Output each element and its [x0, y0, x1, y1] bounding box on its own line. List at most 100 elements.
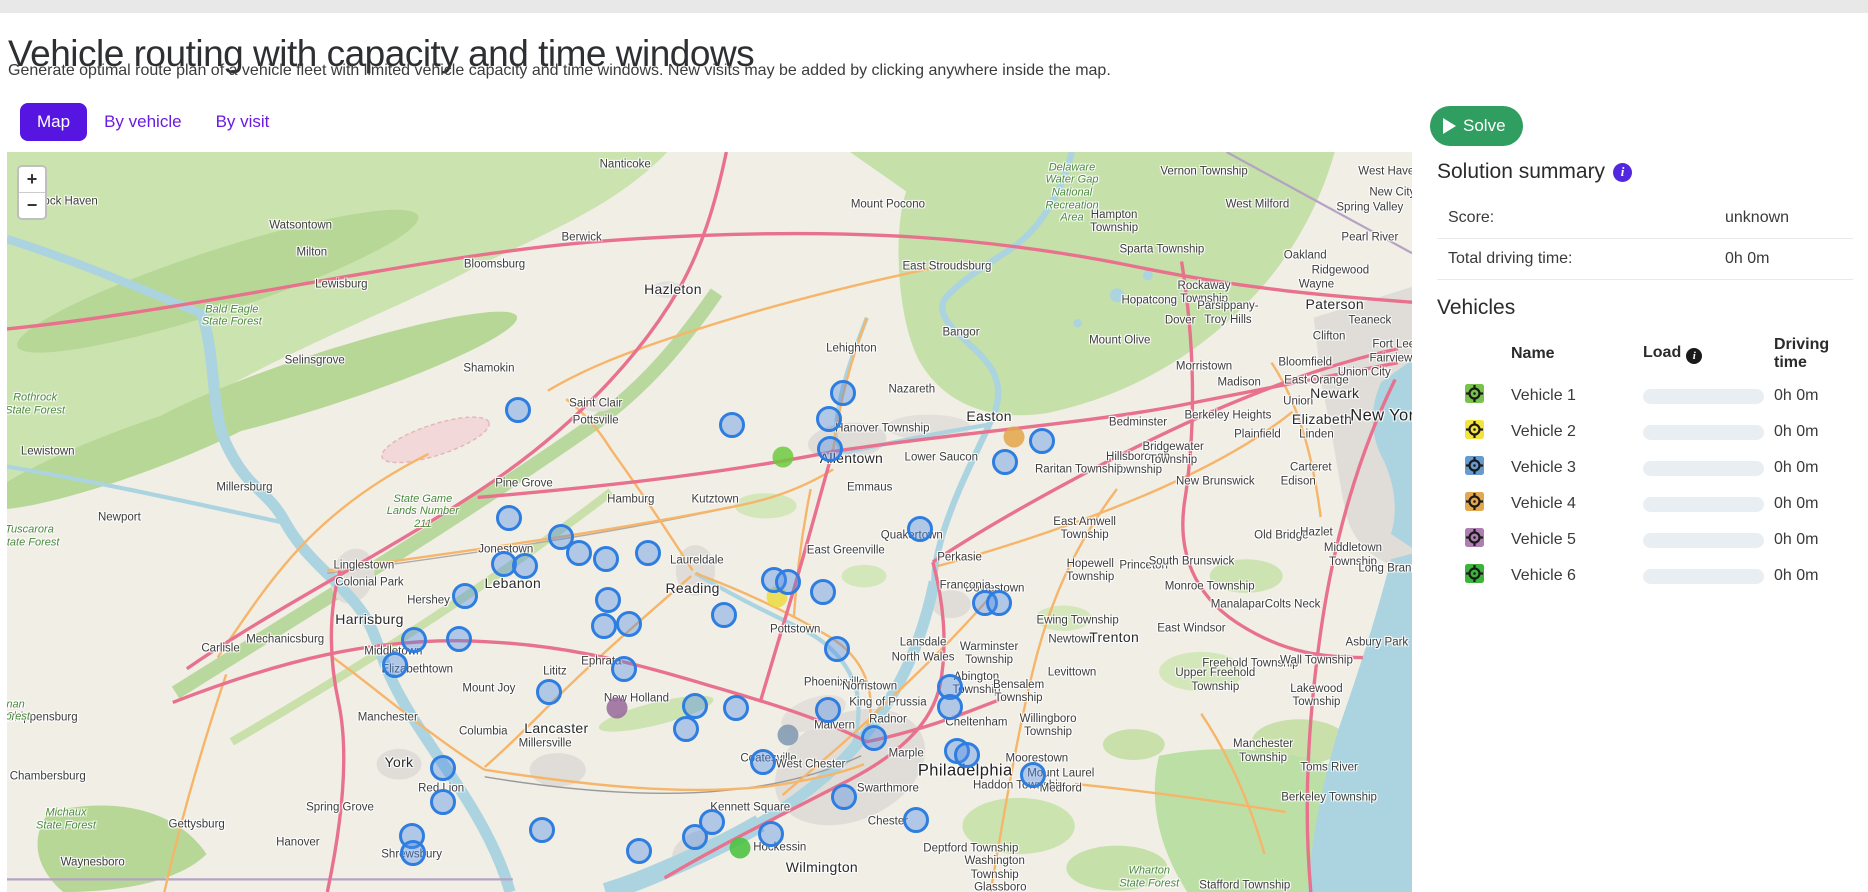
vehicle-load-bar — [1643, 461, 1764, 476]
visit-marker[interactable] — [711, 602, 737, 628]
vehicle-name: Vehicle 4 — [1511, 486, 1643, 522]
vehicles-table-header: Name Loadi Driving time — [1465, 330, 1853, 378]
depot-marker[interactable] — [606, 697, 627, 718]
visit-marker[interactable] — [593, 546, 619, 572]
summary-row-label: Total driving time: — [1448, 250, 1725, 268]
map-terrain — [7, 152, 1412, 892]
vehicle-row: Vehicle 10h 0m — [1465, 378, 1853, 414]
vehicle-driving-time: 0h 0m — [1774, 450, 1853, 486]
visit-marker[interactable] — [831, 784, 857, 810]
visit-marker[interactable] — [815, 697, 841, 723]
visit-marker[interactable] — [954, 742, 980, 768]
right-panel: Solution summary i Score:unknown Total dr… — [1437, 160, 1853, 594]
vehicle-load-bar — [1643, 533, 1764, 548]
visit-marker[interactable] — [861, 725, 887, 751]
visit-marker[interactable] — [1020, 762, 1046, 788]
vehicles-table: Name Loadi Driving time Vehicle 10h 0mVe… — [1465, 330, 1853, 594]
visit-marker[interactable] — [673, 716, 699, 742]
visit-marker[interactable] — [611, 656, 637, 682]
visit-marker[interactable] — [430, 755, 456, 781]
vehicle-row: Vehicle 3 0h 0m — [1465, 450, 1853, 486]
visit-marker[interactable] — [566, 540, 592, 566]
visit-marker[interactable] — [635, 540, 661, 566]
vehicle-driving-time: 0h 0m — [1774, 414, 1853, 450]
vehicle-icon-cell — [1465, 522, 1511, 558]
visit-marker[interactable] — [496, 505, 522, 531]
depot-marker[interactable] — [778, 725, 799, 746]
visit-marker[interactable] — [816, 406, 842, 432]
vehicle-row: Vehicle 2 0h 0m — [1465, 414, 1853, 450]
vehicle-row: Vehicle 50h 0m — [1465, 522, 1853, 558]
visit-marker[interactable] — [536, 679, 562, 705]
vehicle-crosshair-icon — [1465, 492, 1484, 511]
depot-marker[interactable] — [772, 446, 793, 467]
visit-marker[interactable] — [626, 838, 652, 864]
visit-marker[interactable] — [401, 627, 427, 653]
tab-by-visit[interactable]: By visit — [199, 103, 287, 141]
visit-marker[interactable] — [907, 516, 933, 542]
info-icon[interactable]: i — [1613, 163, 1632, 182]
page-subtitle: Generate optimal route plan of a vehicle… — [8, 62, 1111, 80]
visit-marker[interactable] — [505, 397, 531, 423]
vehicle-crosshair-icon — [1465, 528, 1484, 547]
visit-marker[interactable] — [775, 569, 801, 595]
vehicle-icon-cell — [1465, 558, 1511, 594]
visit-marker[interactable] — [616, 611, 642, 637]
vehicle-name: Vehicle 2 — [1511, 414, 1643, 450]
solve-button[interactable]: Solve — [1430, 106, 1523, 146]
vehicle-crosshair-icon — [1465, 564, 1484, 583]
visit-marker[interactable] — [817, 436, 843, 462]
zoom-out-button[interactable]: − — [19, 193, 45, 218]
summary-row: Score:unknown — [1437, 198, 1853, 239]
visit-marker[interactable] — [937, 694, 963, 720]
summary-row-label: Score: — [1448, 209, 1725, 227]
vehicle-name: Vehicle 1 — [1511, 378, 1643, 414]
vehicle-driving-time: 0h 0m — [1774, 522, 1853, 558]
visit-marker[interactable] — [1029, 428, 1055, 454]
visit-marker[interactable] — [595, 587, 621, 613]
vehicle-load-cell — [1643, 486, 1774, 522]
summary-row-value: unknown — [1725, 209, 1789, 227]
visit-marker[interactable] — [992, 449, 1018, 475]
visit-marker[interactable] — [446, 626, 472, 652]
vehicle-load-bar — [1643, 425, 1764, 440]
visit-marker[interactable] — [452, 583, 478, 609]
visit-marker[interactable] — [719, 412, 745, 438]
solution-summary-heading: Solution summary i — [1437, 160, 1853, 184]
visit-marker[interactable] — [986, 590, 1012, 616]
visit-marker[interactable] — [512, 553, 538, 579]
solution-summary-rows: Score:unknown Total driving time:0h 0m — [1437, 198, 1853, 280]
visit-marker[interactable] — [903, 807, 929, 833]
visit-marker[interactable] — [529, 817, 555, 843]
visit-marker[interactable] — [591, 613, 617, 639]
visit-marker[interactable] — [723, 695, 749, 721]
visit-marker[interactable] — [758, 821, 784, 847]
vehicle-icon-cell — [1465, 486, 1511, 522]
visit-marker[interactable] — [810, 579, 836, 605]
depot-marker[interactable] — [1004, 426, 1025, 447]
depot-marker[interactable] — [730, 838, 751, 859]
solve-button-label: Solve — [1463, 116, 1506, 136]
visit-marker[interactable] — [400, 840, 426, 866]
visit-marker[interactable] — [699, 809, 725, 835]
visit-marker[interactable] — [824, 636, 850, 662]
driving-time-column-header: Driving time — [1774, 330, 1853, 378]
vehicle-icon-cell — [1465, 414, 1511, 450]
vehicle-load-bar — [1643, 389, 1764, 404]
visit-marker[interactable] — [750, 749, 776, 775]
visit-marker[interactable] — [430, 789, 456, 815]
zoom-in-button[interactable]: + — [19, 167, 45, 193]
visit-marker[interactable] — [830, 380, 856, 406]
map[interactable]: Lock HavenNanticokeMount PoconoWatsontow… — [7, 152, 1412, 892]
load-info-icon[interactable]: i — [1686, 348, 1702, 364]
summary-row-value: 0h 0m — [1725, 250, 1769, 268]
tab-map[interactable]: Map — [20, 103, 87, 141]
tab-by-vehicle[interactable]: By vehicle — [87, 103, 198, 141]
vehicle-row: Vehicle 60h 0m — [1465, 558, 1853, 594]
vehicle-icon-column — [1465, 330, 1511, 378]
vehicle-load-cell — [1643, 414, 1774, 450]
solution-summary-title: Solution summary — [1437, 160, 1605, 184]
load-column-header: Loadi — [1643, 330, 1774, 378]
vehicle-name: Vehicle 3 — [1511, 450, 1643, 486]
visit-marker[interactable] — [382, 652, 408, 678]
